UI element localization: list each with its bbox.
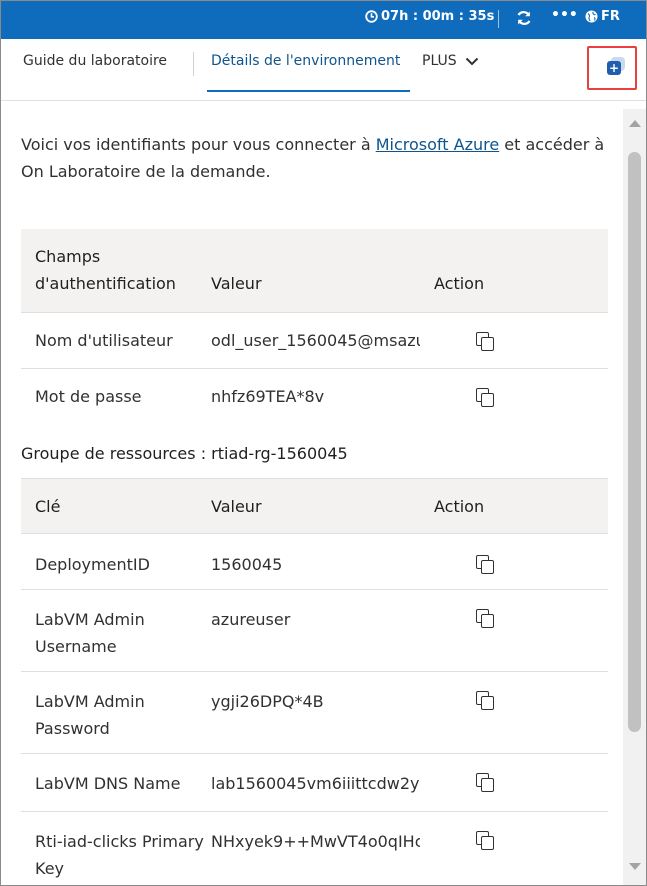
tab-divider	[193, 52, 194, 76]
tab-more-label: PLUS	[422, 53, 457, 69]
resource-table: Clé Valeur Action DeploymentID 1560045 L…	[21, 478, 608, 885]
tab-bar: Guide du laboratoire Détails de l'enviro…	[1, 39, 646, 101]
row-value-text: 1560045	[211, 555, 283, 574]
row-value-text: azureuser	[211, 610, 291, 629]
language-label: FR	[601, 9, 620, 24]
copy-icon[interactable]	[475, 608, 495, 628]
copy-icon[interactable]	[475, 830, 495, 850]
topbar-divider	[498, 10, 499, 28]
more-options-icon[interactable]: •••	[551, 7, 578, 23]
row-value-text: nhfz69TEA*8v	[211, 386, 325, 406]
active-tab-indicator	[207, 90, 410, 92]
environment-details-content: Voici vos identifiants pour vous connect…	[1, 101, 623, 885]
header-value: Valeur	[211, 478, 434, 534]
row-value: 1560045	[211, 533, 434, 590]
row-value-text: NHxyek9++MwVT4o0qIHc	[211, 832, 420, 851]
row-value: azureuser	[211, 589, 434, 672]
header-field: Champs d'authentification	[21, 229, 211, 313]
header-key: Clé	[21, 478, 211, 534]
table-row: DeploymentID 1560045	[21, 533, 608, 590]
row-value-text: lab1560045vm6iiittcdw2y3	[211, 774, 420, 793]
copy-cell	[434, 367, 608, 424]
auth-table-header: Champs d'authentification Valeur Action	[21, 229, 608, 313]
row-value: NHxyek9++MwVT4o0qIHc	[211, 811, 434, 885]
header-action: Action	[434, 229, 608, 313]
scrollbar-thumb[interactable]	[628, 152, 641, 732]
row-label: LabVM Admin Password	[21, 671, 211, 754]
auth-table: Champs d'authentification Valeur Action …	[21, 229, 608, 424]
table-row: LabVM DNS Name lab1560045vm6iiittcdw2y3	[21, 753, 608, 812]
timer: 07h : 00m : 35s	[365, 9, 494, 24]
copy-icon[interactable]	[475, 690, 495, 710]
row-label: Nom d'utilisateur	[21, 311, 211, 368]
row-label: LabVM DNS Name	[21, 753, 211, 812]
row-label: LabVM Admin Username	[21, 589, 211, 672]
lab-panel: 07h : 00m : 35s ••• FR Guide du laborato…	[0, 0, 647, 886]
resource-table-header: Clé Valeur Action	[21, 478, 608, 534]
row-value: ygji26DPQ*4B	[211, 671, 434, 754]
clock-icon	[365, 10, 378, 23]
timer-text: 07h : 00m : 35s	[381, 9, 495, 24]
intro-text-before: Voici vos identifiants pour vous connect…	[21, 135, 376, 154]
row-value-text: ygji26DPQ*4B	[211, 692, 324, 711]
copy-cell	[434, 589, 608, 672]
globe-icon	[585, 10, 598, 23]
table-row: LabVM Admin Username azureuser	[21, 589, 608, 672]
refresh-icon[interactable]	[515, 9, 533, 27]
scroll-up-icon[interactable]	[629, 120, 641, 127]
tab-lab-guide[interactable]: Guide du laboratoire	[23, 53, 167, 69]
copy-cell	[434, 671, 608, 754]
top-bar: 07h : 00m : 35s ••• FR	[1, 1, 646, 39]
table-row: Rti-iad-clicks Primary Key NHxyek9++MwVT…	[21, 811, 608, 885]
copy-icon[interactable]	[475, 331, 495, 351]
copy-cell	[434, 811, 608, 885]
vertical-scrollbar[interactable]	[623, 109, 646, 885]
table-row: LabVM Admin Password ygji26DPQ*4B	[21, 671, 608, 754]
tab-environment-details[interactable]: Détails de l'environnement	[211, 53, 400, 69]
plus-window-icon: +	[607, 61, 621, 75]
copy-icon[interactable]	[475, 387, 495, 407]
chevron-down-icon	[465, 57, 478, 65]
row-value: odl_user_1560045@msazu	[211, 311, 434, 368]
language-selector[interactable]: FR	[585, 9, 620, 24]
row-label: DeploymentID	[21, 533, 211, 590]
copy-icon[interactable]	[475, 554, 495, 574]
copy-cell	[434, 311, 608, 368]
row-label: Rti-iad-clicks Primary Key	[21, 811, 211, 885]
table-row: Nom d'utilisateur odl_user_1560045@msazu	[21, 311, 608, 368]
microsoft-azure-link[interactable]: Microsoft Azure	[376, 135, 499, 154]
resource-group-title: Groupe de ressources : rtiad-rg-1560045	[21, 444, 348, 463]
tab-more[interactable]: PLUS	[422, 53, 479, 69]
table-row: Mot de passe nhfz69TEA*8v	[21, 367, 608, 424]
copy-cell	[434, 753, 608, 812]
intro-text: Voici vos identifiants pour vous connect…	[21, 131, 611, 185]
open-new-window-button[interactable]: +	[587, 46, 637, 90]
copy-icon[interactable]	[475, 772, 495, 792]
row-value-text: odl_user_1560045@msazu	[211, 330, 420, 350]
row-label: Mot de passe	[21, 367, 211, 424]
header-action: Action	[434, 478, 608, 534]
row-value: nhfz69TEA*8v	[211, 367, 434, 424]
scroll-down-icon[interactable]	[629, 863, 641, 870]
row-value: lab1560045vm6iiittcdw2y3	[211, 753, 434, 812]
copy-cell	[434, 533, 608, 590]
header-value: Valeur	[211, 229, 434, 313]
